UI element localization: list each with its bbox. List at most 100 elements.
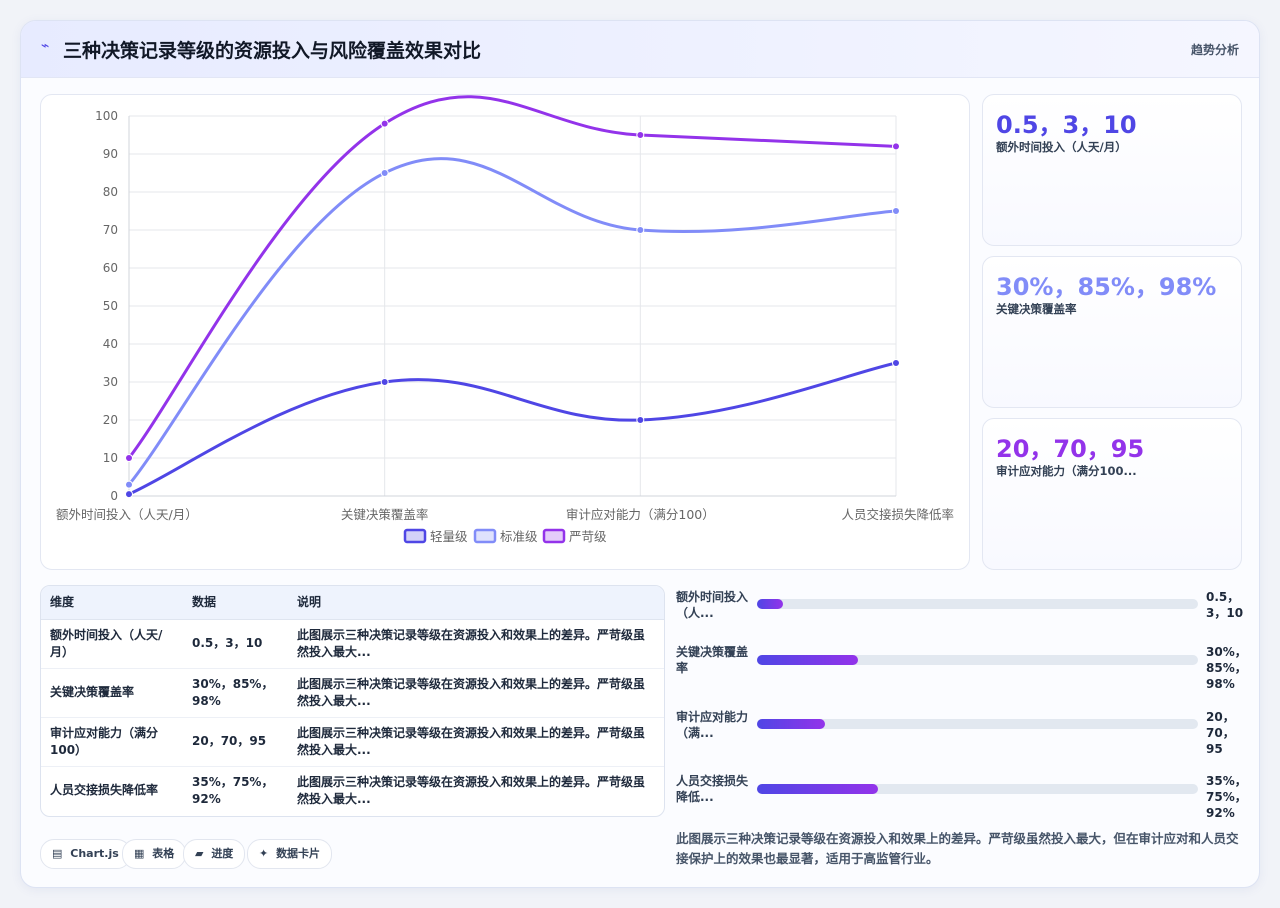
- column-header: 数据: [192, 595, 217, 609]
- dimension-cell: 人员交接损失降低率: [50, 783, 159, 797]
- table-row: 关键决策覆盖率 30%，85%，98% 此图展示三种决策记录等级在资源投入和效果…: [41, 668, 664, 718]
- stat-value: 0.5，3，10: [996, 111, 1137, 139]
- y-tick-label: 30: [103, 375, 118, 389]
- chip-progress[interactable]: ▰ 进度: [183, 839, 246, 869]
- stat-card-time: 0.5，3，10 额外时间投入（人天/月）: [982, 94, 1242, 246]
- folder-icon: ▰: [195, 847, 204, 860]
- y-tick-label: 10: [103, 451, 118, 465]
- series-line: [127, 95, 897, 459]
- chip-label: 表格: [152, 847, 175, 860]
- x-tick-label: 审计应对能力（满分100）: [566, 507, 715, 522]
- progress-value: 35%，75%，92%: [1206, 774, 1247, 820]
- data-point: [636, 416, 645, 424]
- data-table: 维度 数据 说明 额外时间投入（人天/月） 0.5，3，10 此图展示三种决策记…: [40, 585, 665, 817]
- series-line: [128, 361, 897, 496]
- page-title: 三种决策记录等级的资源投入与风险覆盖效果对比: [63, 40, 482, 62]
- data-cell: 20，70，95: [192, 734, 267, 748]
- data-point: [380, 119, 389, 128]
- progress-row: 关键决策覆盖率 30%，85%，98%: [676, 644, 1247, 696]
- stat-value: 20，70，95: [996, 435, 1145, 463]
- trend-icon: ⌁: [41, 38, 50, 54]
- series-line: [127, 157, 897, 486]
- description-cell: 此图展示三种决策记录等级在资源投入和效果上的差异。严苛级虽然投入最大...: [297, 775, 646, 806]
- data-cell: 35%，75%，92%: [192, 775, 274, 806]
- stat-card-audit: 20，70，95 审计应对能力（满分100...: [982, 418, 1242, 570]
- progress-label: 人员交接损失降低...: [676, 774, 749, 804]
- chart-note: 此图展示三种决策记录等级在资源投入和效果上的差异。严苛级虽然投入最大，但在审计应…: [676, 831, 1239, 866]
- dashboard-card: ⌁ 三种决策记录等级的资源投入与风险覆盖效果对比 趋势分析 100 90 80 70 6…: [20, 20, 1260, 888]
- data-point: [636, 131, 645, 139]
- dimension-cell: 关键决策覆盖率: [50, 685, 135, 699]
- y-tick-label: 0: [110, 489, 118, 503]
- progress-label: 关键决策覆盖率: [676, 645, 749, 675]
- dimension-cell: 额外时间投入（人天/月）: [50, 628, 163, 659]
- table-header: 维度 数据 说明: [41, 586, 664, 620]
- chip-label: 进度: [211, 847, 234, 860]
- trend-analysis-button[interactable]: 趋势分析: [1191, 41, 1239, 58]
- progress-track: [757, 655, 1198, 665]
- table-row: 人员交接损失降低率 35%，75%，92% 此图展示三种决策记录等级在资源投入和…: [41, 766, 664, 815]
- chip-chartjs[interactable]: ▤ Chart.js: [40, 839, 131, 869]
- stat-value: 30%，85%，98%: [996, 273, 1217, 301]
- sparkle-icon: ✦: [259, 847, 269, 860]
- progress-track: [757, 599, 1198, 609]
- progress-row: 额外时间投入（人... 0.5，3，10: [676, 589, 1246, 641]
- x-tick-label: 人员交接损失降低率: [841, 507, 954, 522]
- stat-label: 审计应对能力（满分100...: [996, 464, 1137, 478]
- y-tick-label: 50: [103, 299, 118, 313]
- data-point: [636, 226, 645, 234]
- column-header: 说明: [297, 595, 322, 609]
- chip-table[interactable]: ▦ 表格: [122, 839, 187, 869]
- progress-label: 额外时间投入（人...: [676, 590, 749, 620]
- y-tick-label: 70: [103, 223, 118, 237]
- stat-label: 额外时间投入（人天/月）: [996, 140, 1127, 154]
- description-cell: 此图展示三种决策记录等级在资源投入和效果上的差异。严苛级虽然投入最大...: [297, 628, 646, 659]
- chart-panel: 100 90 80 70 60 50 40 30 20 10 0 额外时间投入（人天/月） 关键决策覆盖…: [40, 94, 970, 570]
- legend-swatch: [473, 528, 497, 544]
- data-point: [892, 142, 900, 151]
- data-point: [892, 207, 900, 215]
- progress-value: 0.5，3，10: [1206, 590, 1244, 620]
- y-tick-label: 100: [95, 109, 118, 123]
- dimension-cell: 审计应对能力（满分100）: [50, 726, 159, 757]
- progress-label: 审计应对能力（满...: [676, 710, 749, 740]
- legend-label: 轻量级: [430, 529, 468, 544]
- stat-card-coverage: 30%，85%，98% 关键决策覆盖率: [982, 256, 1242, 408]
- table-icon: ▦: [134, 847, 145, 860]
- y-tick-label: 90: [103, 147, 118, 161]
- progress-row: 人员交接损失降低... 35%，75%，92%: [676, 773, 1247, 825]
- progress-value: 30%，85%，98%: [1206, 645, 1247, 691]
- description-cell: 此图展示三种决策记录等级在资源投入和效果上的差异。严苛级虽然投入最大...: [297, 726, 646, 757]
- data-point: [125, 454, 133, 462]
- chip-data-cards[interactable]: ✦ 数据卡片: [247, 839, 333, 869]
- progress-track: [757, 719, 1198, 729]
- x-tick-label: 关键决策覆盖率: [341, 507, 429, 522]
- legend-label: 标准级: [500, 529, 538, 544]
- y-tick-label: 80: [103, 185, 118, 199]
- data-cell: 0.5，3，10: [192, 636, 263, 650]
- y-tick-label: 40: [103, 337, 118, 351]
- legend-swatch: [403, 528, 427, 544]
- progress-value: 20，70，95: [1206, 710, 1235, 756]
- header-bar: ⌁ 三种决策记录等级的资源投入与风险覆盖效果对比 趋势分析: [21, 21, 1259, 78]
- data-point: [892, 359, 900, 367]
- progress-fill: [757, 599, 784, 609]
- chart-icon: ▤: [52, 847, 63, 860]
- progress-row: 审计应对能力（满... 20，70，95: [676, 709, 1246, 761]
- data-point: [380, 169, 389, 177]
- x-tick-label: 额外时间投入（人天/月）: [56, 507, 198, 522]
- table-row: 额外时间投入（人天/月） 0.5，3，10 此图展示三种决策记录等级在资源投入和…: [41, 619, 664, 669]
- legend-label: 严苛级: [569, 529, 607, 544]
- progress-fill: [757, 784, 879, 794]
- data-point: [125, 480, 133, 489]
- table-row: 审计应对能力（满分100） 20，70，95 此图展示三种决策记录等级在资源投入…: [41, 717, 664, 767]
- data-cell: 30%，85%，98%: [192, 677, 274, 708]
- data-point: [125, 490, 133, 499]
- chip-label: Chart.js: [70, 847, 119, 860]
- data-point: [380, 378, 389, 386]
- progress-track: [757, 784, 1198, 794]
- y-tick-label: 60: [103, 261, 118, 275]
- column-header: 维度: [50, 595, 75, 609]
- progress-fill: [757, 719, 826, 729]
- description-cell: 此图展示三种决策记录等级在资源投入和效果上的差异。严苛级虽然投入最大...: [297, 677, 646, 708]
